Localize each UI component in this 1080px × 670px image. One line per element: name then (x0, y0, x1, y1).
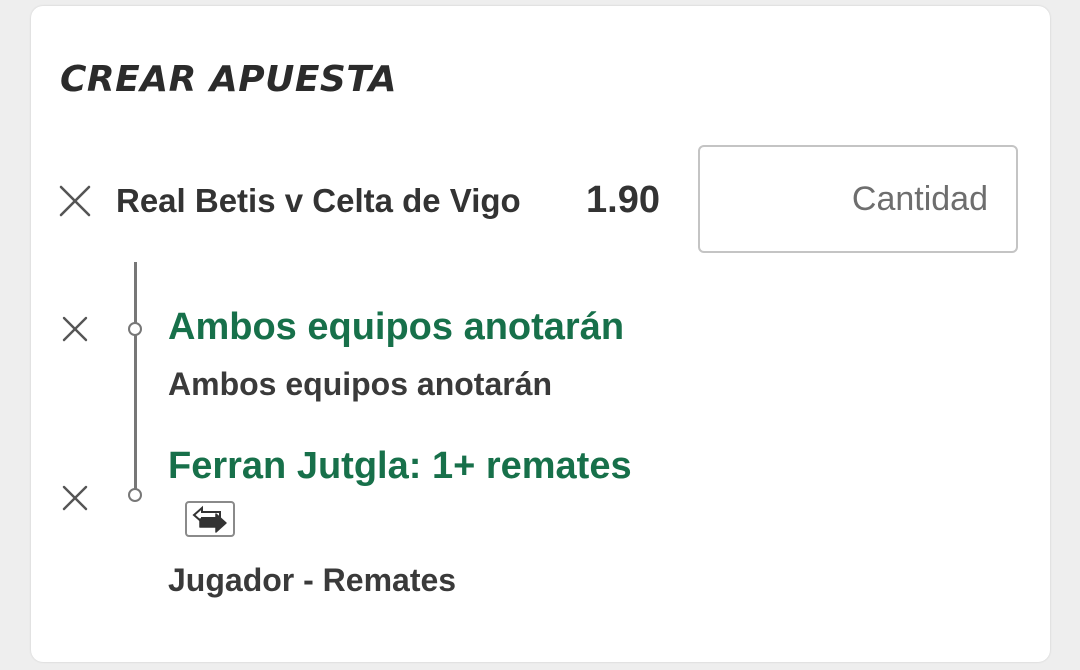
selection-2-title: Ferran Jutgla: 1+ remates (168, 445, 632, 487)
remove-selection-1-close-icon[interactable] (62, 316, 88, 342)
stake-input[interactable] (698, 145, 1018, 253)
event-odds: 1.90 (586, 179, 660, 221)
selection-connector-line (134, 262, 137, 490)
selection-1-title: Ambos equipos anotarán (168, 306, 625, 348)
selection-2-circle-node-icon (128, 488, 142, 502)
remove-event-close-icon[interactable] (59, 185, 91, 217)
swap-icon[interactable] (185, 501, 235, 537)
selection-2-market: Jugador - Remates (168, 562, 457, 598)
event-name: Real Betis v Celta de Vigo (116, 182, 521, 219)
selection-1-market: Ambos equipos anotarán (168, 366, 553, 402)
page-title: CREAR APUESTA (60, 59, 397, 100)
remove-selection-2-close-icon[interactable] (62, 485, 88, 511)
selection-1-circle-node-icon (128, 322, 142, 336)
